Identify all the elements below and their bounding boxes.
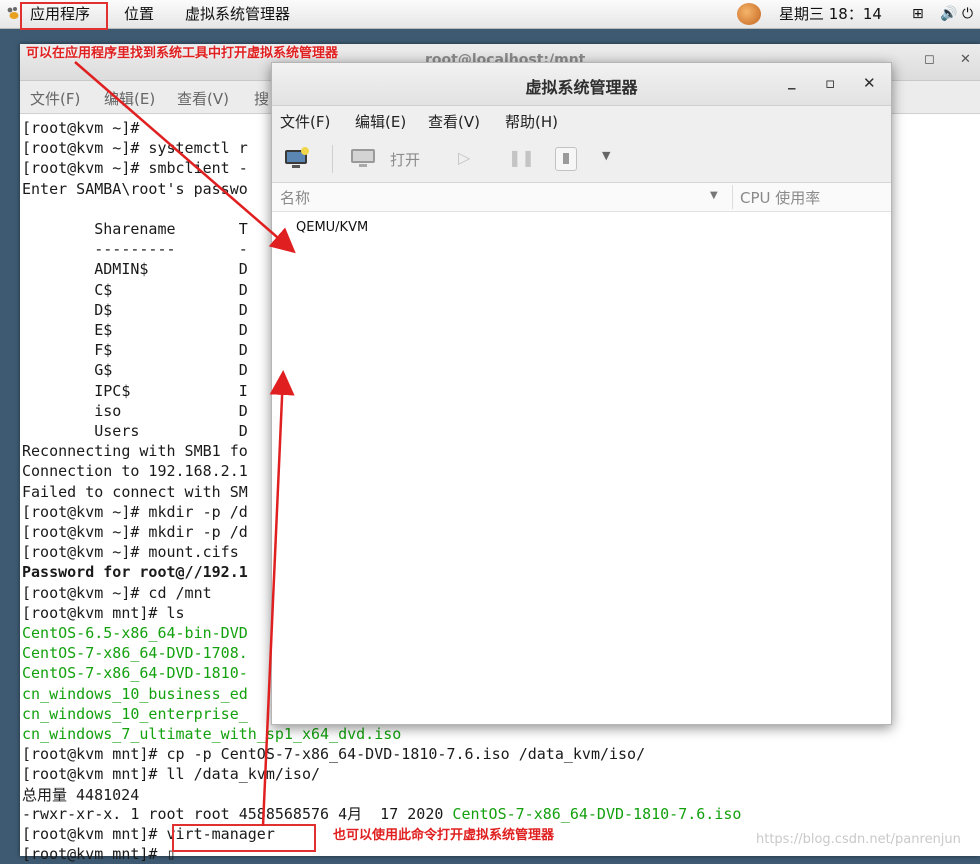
play-icon[interactable]: ▷ — [458, 148, 470, 167]
menu-help[interactable]: 帮助(H) — [505, 111, 558, 132]
vmm-title: 虚拟系统管理器 — [525, 78, 638, 97]
annotation-top: 可以在应用程序里找到系统工具中打开虚拟系统管理器 — [26, 46, 339, 61]
terminal-line: [root@kvm mnt]# cp -p CentOS-7-x86_64-DV… — [22, 745, 646, 764]
clock[interactable]: 星期三 18：14 — [779, 0, 882, 28]
terminal-line: CentOS-6.5-x86_64-bin-DVD — [22, 624, 248, 642]
virt-manager-window[interactable]: 虚拟系统管理器 _ ▫ ✕ 文件(F) 编辑(E) 查看(V) 帮助(H) 打开… — [271, 62, 892, 725]
column-divider[interactable] — [732, 185, 733, 209]
column-cpu-header[interactable]: CPU 使用率 — [740, 187, 820, 208]
terminal-line: [root@kvm ~]# mount.cifs — [22, 543, 239, 562]
network-icon[interactable]: ⊞ — [912, 0, 924, 28]
terminal-line: iso D — [22, 401, 248, 420]
terminal-line: [root@kvm ~]# smbclient - — [22, 159, 248, 178]
terminal-line: -rwxr-xr-x. 1 root root 4588568576 4月 17… — [22, 805, 742, 823]
terminal-line: [root@kvm ~]# systemctl r — [22, 139, 248, 158]
highlight-apps-menu — [20, 2, 108, 30]
vm-list-header: 名称 ▼ CPU 使用率 — [272, 183, 891, 212]
power-icon[interactable]: ⏻ — [962, 0, 973, 28]
minimize-button[interactable]: _ — [788, 72, 796, 90]
terminal-line: cn_windows_7_ultimate_with_sp1_x64_dvd.i… — [22, 725, 402, 743]
close-icon[interactable]: ✕ — [960, 52, 971, 67]
gnome-foot-icon — [7, 7, 19, 19]
vmm-toolbar: 打开 ▷ ❚❚ ▼ — [272, 136, 891, 183]
terminal-line: [root@kvm mnt]# ls — [22, 603, 185, 622]
terminal-line: CentOS-7-x86_64-DVD-1810- — [22, 664, 248, 683]
term-menu-edit[interactable]: 编辑(E) — [104, 88, 155, 109]
terminal-line: CentOS-7-x86_64-DVD-1708. — [22, 644, 248, 663]
terminal-line: F$ D — [22, 341, 248, 360]
terminal-line: D$ D — [22, 300, 248, 319]
vmm-menubar: 文件(F) 编辑(E) 查看(V) 帮助(H) — [272, 106, 891, 136]
terminal-line: [root@kvm ~]# — [22, 119, 140, 137]
terminal-line: [root@kvm ~]# cd /mnt — [22, 583, 212, 602]
terminal-line: [root@kvm mnt]# ll /data_kvm/iso/ — [22, 765, 321, 784]
annotation-bottom: 也可以使用此命令打开虚拟系统管理器 — [333, 828, 555, 843]
vmm-titlebar[interactable]: 虚拟系统管理器 _ ▫ ✕ — [272, 63, 891, 106]
close-button[interactable]: ✕ — [863, 74, 876, 92]
connection-item-qemu[interactable]: QEMU/KVM — [296, 220, 368, 235]
term-menu-search[interactable]: 搜 — [254, 88, 269, 109]
monitor-icon[interactable] — [350, 148, 376, 168]
terminal-line: Sharename T — [22, 220, 248, 238]
terminal-line: ADMIN$ D — [22, 260, 248, 279]
terminal-line: cn_windows_10_business_ed — [22, 684, 248, 703]
terminal-line: 总用量 4481024 — [22, 785, 140, 804]
terminal-line: E$ D — [22, 321, 248, 339]
terminal-line: Connection to 192.168.2.1 — [22, 462, 248, 481]
menu-edit[interactable]: 编辑(E) — [355, 111, 406, 132]
column-name-header[interactable]: 名称 — [280, 187, 310, 208]
terminal-line: IPC$ I — [22, 381, 248, 400]
maximize-button[interactable]: ◻ — [924, 52, 935, 67]
avatar-icon[interactable] — [737, 3, 761, 25]
term-menu-file[interactable]: 文件(F) — [30, 88, 80, 109]
terminal-line: G$ D — [22, 361, 248, 380]
terminal-line: Failed to connect with SM — [22, 482, 248, 501]
terminal-line: Password for root@//192.1 — [22, 563, 248, 582]
maximize-button[interactable]: ▫ — [825, 74, 835, 92]
terminal-line: [root@kvm ~]# mkdir -p /d — [22, 502, 248, 521]
sort-arrow-icon[interactable]: ▼ — [710, 190, 718, 201]
toolbar-separator — [332, 145, 333, 173]
menu-file[interactable]: 文件(F) — [280, 111, 330, 132]
terminal-line: Enter SAMBA\root's passwo — [22, 179, 248, 198]
places-menu[interactable]: 位置 — [124, 0, 154, 28]
chevron-down-icon[interactable]: ▼ — [602, 149, 610, 162]
terminal-line: Users D — [22, 422, 248, 440]
watermark: https://blog.csdn.net/panrenjun — [756, 832, 961, 847]
terminal-line: cn_windows_10_enterprise_ — [22, 704, 248, 723]
terminal-line: Reconnecting with SMB1 fo — [22, 442, 248, 461]
menu-view[interactable]: 查看(V) — [428, 111, 480, 132]
open-button[interactable]: 打开 — [390, 149, 420, 170]
terminal-line: [root@kvm ~]# mkdir -p /d — [22, 523, 248, 541]
terminal-line: C$ D — [22, 280, 248, 299]
shutdown-icon[interactable] — [555, 147, 577, 171]
pause-icon[interactable]: ❚❚ — [508, 148, 535, 167]
new-vm-icon[interactable] — [284, 147, 310, 169]
highlight-command — [172, 824, 316, 852]
term-menu-view[interactable]: 查看(V) — [177, 88, 229, 109]
top-bar: 应用程序 位置 虚拟系统管理器 星期三 18：14 ⊞ 🔊 ⏻ — [0, 0, 980, 29]
volume-icon[interactable]: 🔊 — [940, 0, 957, 28]
terminal-line: [root@kvm mnt]# ▯ — [22, 845, 176, 863]
terminal-line: --------- - — [22, 240, 248, 259]
virt-manager-app-menu[interactable]: 虚拟系统管理器 — [185, 0, 290, 28]
